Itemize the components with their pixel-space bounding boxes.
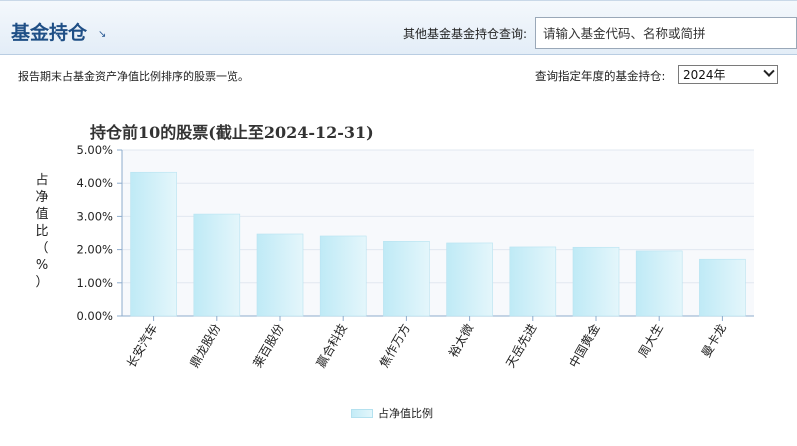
page-title: 基金持仓 xyxy=(11,22,88,44)
search-label: 其他基金基金持仓查询: xyxy=(403,27,528,41)
page-header: 基金持仓 ↘ 其他基金基金持仓查询: xyxy=(0,0,797,55)
x-tick-label: 莱百股份 xyxy=(250,322,286,371)
bar-5 xyxy=(383,241,430,317)
y-tick-label: 1.00% xyxy=(76,276,113,290)
y-tick-label: 5.00% xyxy=(76,143,113,157)
x-tick-label: 赢合科技 xyxy=(313,321,350,370)
holdings-description: 报告期末占基金资产净值比例排序的股票一览。 xyxy=(18,70,249,83)
y-tick-label: 0.00% xyxy=(76,309,113,323)
bar-7 xyxy=(509,246,557,317)
legend-label: 占净值比例 xyxy=(378,407,433,420)
bar-1 xyxy=(130,171,177,317)
bar-6 xyxy=(446,242,493,317)
year-select[interactable]: 2024年 xyxy=(678,65,778,84)
sub-bar: 报告期末占基金资产净值比例排序的股票一览。 查询指定年度的基金持仓: 2024年 xyxy=(0,55,797,91)
x-tick-label: 长安汽车 xyxy=(123,321,160,370)
x-tick-label: 裕太微 xyxy=(445,321,476,360)
y-tick-label: 2.00% xyxy=(76,243,113,257)
x-tick-label: 曼卡龙 xyxy=(699,322,729,360)
y-tick-label: 4.00% xyxy=(76,176,113,190)
x-tick-label: 鼎龙股份 xyxy=(187,322,223,371)
x-tick-label: 天岳先进 xyxy=(503,322,539,371)
bar-9 xyxy=(635,250,683,317)
holdings-chart: 持仓前10的股票(截止至2024-12-31) 占净值比（%） 0.00% 1.0… xyxy=(0,100,797,446)
expand-arrow-icon[interactable]: ↘ xyxy=(98,29,106,40)
bar-4 xyxy=(319,235,367,317)
bar-10 xyxy=(699,258,746,317)
x-tick-label: 焦作万方 xyxy=(376,321,413,370)
chevron-down-icon xyxy=(763,65,775,77)
y-tick-label: 3.00% xyxy=(76,209,113,223)
bar-3 xyxy=(256,233,304,317)
fund-search-input[interactable] xyxy=(535,17,797,49)
year-select-value: 2024年 xyxy=(683,68,726,82)
legend-swatch xyxy=(351,408,373,418)
bar-8 xyxy=(572,246,620,317)
bar-chart-svg: 0.00% 1.00% 2.00% 3.00% 4.00% 5.00% 长安汽车 鼎龙股份 莱百… xyxy=(76,143,754,371)
bar-2 xyxy=(193,213,241,317)
x-tick-label: 中国黄金 xyxy=(566,321,603,370)
chart-legend[interactable]: 占净值比例 xyxy=(351,405,433,421)
x-tick-label: 周大生 xyxy=(636,322,666,360)
year-select-label: 查询指定年度的基金持仓: xyxy=(535,69,666,83)
